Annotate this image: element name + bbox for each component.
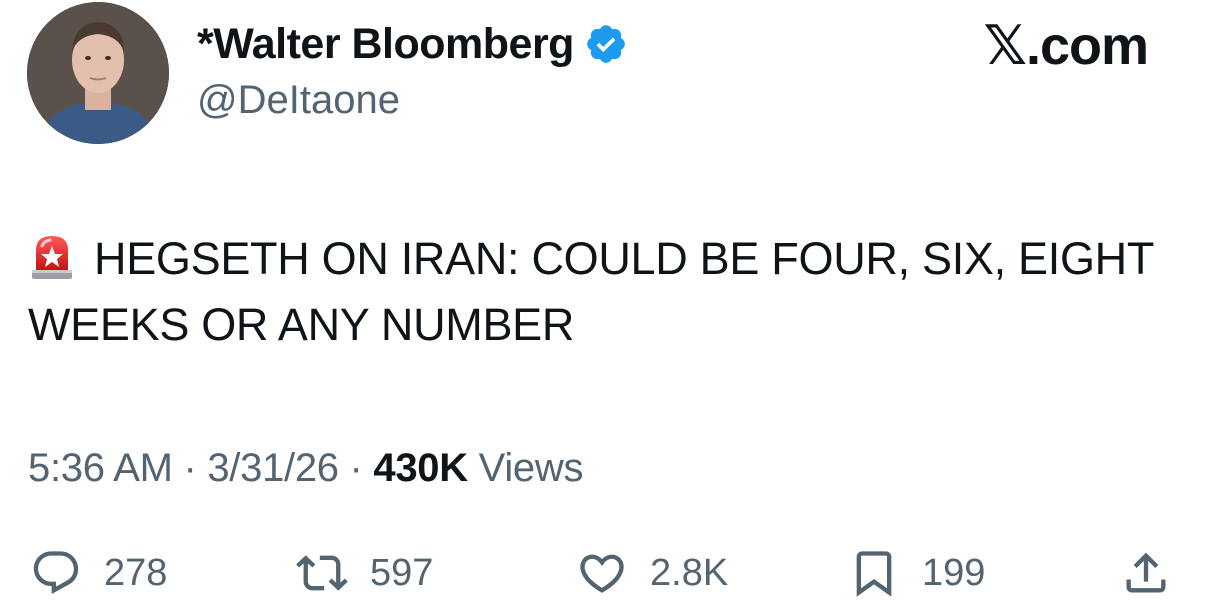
- bookmark-count: 199: [922, 551, 986, 594]
- tweet-time[interactable]: 5:36 AM: [28, 446, 173, 490]
- bookmark-icon: [856, 551, 892, 597]
- author-name-row: *Walter Bloomberg: [197, 18, 628, 70]
- like-button[interactable]: 2.8K: [576, 543, 728, 603]
- share-icon: [1126, 552, 1166, 593]
- avatar-photo: [27, 2, 169, 144]
- repost-button[interactable]: 597: [296, 543, 433, 603]
- reply-icon: [33, 551, 79, 595]
- repost-count: 597: [370, 551, 434, 594]
- heart-icon: [580, 554, 624, 593]
- action-bar: 278 597 2.8K 199: [30, 543, 1178, 603]
- tweet-meta: 5:36 AM · 3/31/26 · 430K Views: [28, 446, 583, 491]
- reply-count: 278: [104, 551, 168, 594]
- tweet-date[interactable]: 3/31/26: [207, 446, 339, 490]
- brand-logo: 𝕏.com: [983, 16, 1149, 76]
- views-count[interactable]: 430K: [373, 446, 468, 490]
- author-handle[interactable]: @DeItaone: [197, 78, 400, 123]
- reply-button[interactable]: 278: [30, 543, 167, 603]
- meta-separator: ·: [183, 446, 197, 490]
- tweet-text: HEGSETH ON IRAN: COULD BE FOUR, SIX, EIG…: [28, 226, 1178, 358]
- siren-icon: [32, 236, 72, 279]
- bookmark-button[interactable]: 199: [848, 543, 985, 603]
- verified-badge-icon[interactable]: [584, 22, 628, 66]
- meta-separator: ·: [349, 446, 363, 490]
- author-display-name[interactable]: *Walter Bloomberg: [197, 20, 574, 69]
- repost-icon: [296, 555, 348, 591]
- views-label: Views: [478, 446, 584, 490]
- avatar[interactable]: [27, 2, 169, 144]
- tweet-body-text: HEGSETH ON IRAN: COULD BE FOUR, SIX, EIG…: [28, 233, 1154, 350]
- share-button[interactable]: [1120, 543, 1172, 603]
- like-count: 2.8K: [650, 551, 729, 594]
